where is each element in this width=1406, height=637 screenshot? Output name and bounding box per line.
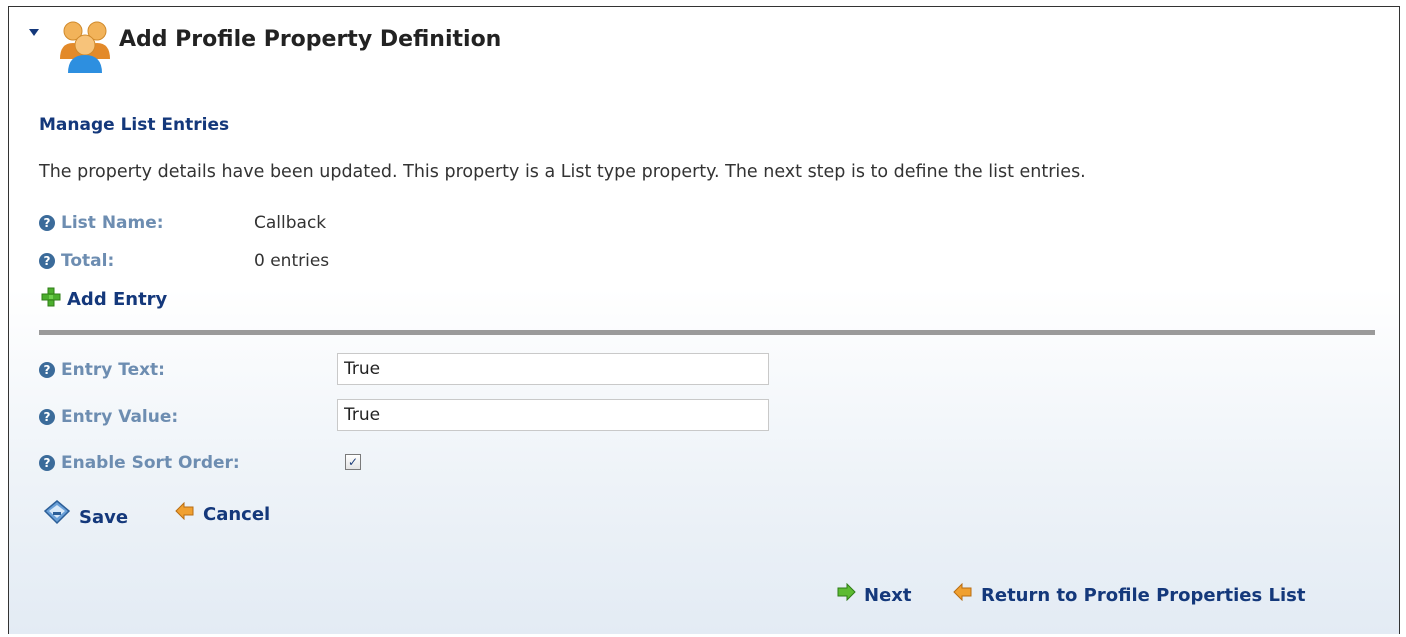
module-panel: Add Profile Property Definition Manage L… <box>8 6 1400 634</box>
enable-sort-label: Enable Sort Order: <box>61 453 240 473</box>
chevron-down-icon[interactable] <box>29 29 39 36</box>
users-icon <box>57 19 113 77</box>
return-to-list-link[interactable]: Return to Profile Properties List <box>953 582 1306 606</box>
total-row: ? Total: <box>39 251 114 271</box>
divider <box>39 330 1375 335</box>
list-name-row: ? List Name: <box>39 213 164 233</box>
next-label: Next <box>864 585 912 606</box>
total-value: 0 entries <box>254 251 330 271</box>
add-entry-label: Add Entry <box>67 289 168 310</box>
entry-text-label-row: ? Entry Text: <box>39 360 165 380</box>
back-arrow-icon <box>953 582 973 605</box>
total-label: Total: <box>61 251 115 271</box>
return-label: Return to Profile Properties List <box>981 585 1306 606</box>
help-icon[interactable]: ? <box>39 455 55 471</box>
save-label: Save <box>79 507 129 528</box>
entry-value-label-row: ? Entry Value: <box>39 407 178 427</box>
plus-icon <box>41 287 61 311</box>
entry-text-label: Entry Text: <box>61 360 165 380</box>
back-arrow-icon <box>175 501 195 524</box>
enable-sort-label-row: ? Enable Sort Order: <box>39 453 240 473</box>
cancel-button[interactable]: Cancel <box>175 501 271 525</box>
add-entry-link[interactable]: Add Entry <box>41 287 167 311</box>
help-icon[interactable]: ? <box>39 409 55 425</box>
forward-arrow-icon <box>836 582 856 605</box>
enable-sort-checkbox[interactable]: ✓ <box>345 454 361 470</box>
help-icon[interactable]: ? <box>39 253 55 269</box>
save-icon <box>43 499 71 531</box>
entry-text-input[interactable] <box>337 353 769 385</box>
section-title: Manage List Entries <box>39 115 230 135</box>
entry-value-input[interactable] <box>337 399 769 431</box>
cancel-label: Cancel <box>203 504 271 525</box>
description-text: The property details have been updated. … <box>39 162 1086 182</box>
help-icon[interactable]: ? <box>39 362 55 378</box>
save-button[interactable]: Save <box>43 499 128 531</box>
list-name-label: List Name: <box>61 213 164 233</box>
entry-value-label: Entry Value: <box>61 407 179 427</box>
page-title: Add Profile Property Definition <box>119 27 502 52</box>
list-name-value: Callback <box>254 213 327 233</box>
help-icon[interactable]: ? <box>39 215 55 231</box>
next-link[interactable]: Next <box>836 582 912 606</box>
